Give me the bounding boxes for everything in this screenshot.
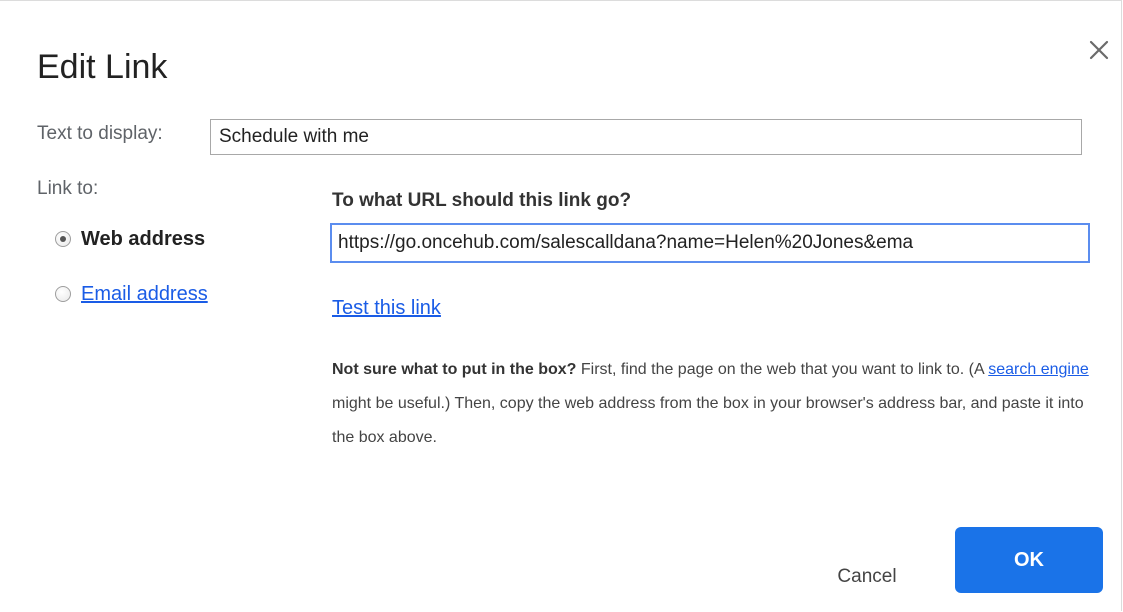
edit-link-dialog: Edit Link Text to display: Link to: Web … — [0, 0, 1122, 611]
help-text-part1: First, find the page on the web that you… — [576, 361, 989, 378]
url-heading: To what URL should this link go? — [332, 190, 632, 211]
dialog-title: Edit Link — [37, 48, 168, 86]
cancel-button[interactable]: Cancel — [808, 557, 926, 597]
close-icon[interactable] — [1086, 37, 1112, 63]
help-text: Not sure what to put in the box? First, … — [332, 353, 1092, 455]
help-bold-lead: Not sure what to put in the box? — [332, 361, 577, 378]
radio-web-address[interactable]: Web address — [55, 226, 205, 252]
help-text-part2: might be useful.) Then, copy the web add… — [332, 395, 1084, 446]
text-to-display-input[interactable] — [210, 119, 1082, 155]
test-link[interactable]: Test this link — [332, 295, 441, 321]
ok-button[interactable]: OK — [955, 527, 1103, 593]
radio-label-web-address: Web address — [81, 228, 206, 250]
radio-button-email-address[interactable] — [55, 286, 71, 302]
url-input[interactable] — [330, 223, 1090, 263]
radio-button-web-address[interactable] — [55, 231, 71, 247]
link-to-label: Link to: — [37, 178, 99, 199]
radio-email-address[interactable]: Email address — [55, 281, 208, 307]
search-engine-link[interactable]: search engine — [988, 361, 1089, 378]
text-to-display-label: Text to display: — [37, 123, 163, 144]
radio-label-email-address[interactable]: Email address — [81, 281, 208, 307]
